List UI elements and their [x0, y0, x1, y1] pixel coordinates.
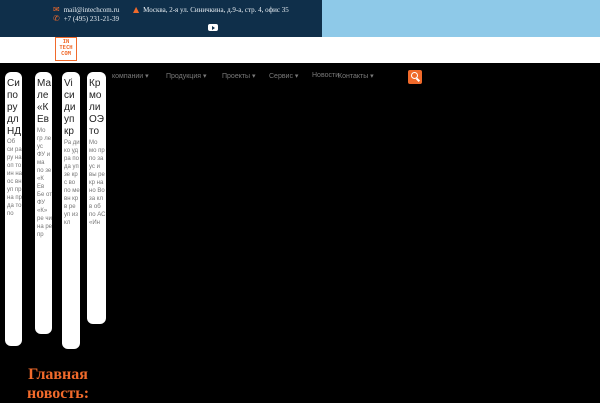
logo-line-3: COM [61, 51, 71, 57]
address-text: Москва, 2-я ул. Синичкина, д.9-а, стр. 4… [143, 6, 289, 14]
heading-line-1: Главная [28, 366, 88, 383]
nav-item-news[interactable]: Новости [312, 72, 339, 79]
mail-icon: ✉ [53, 5, 60, 14]
search-icon[interactable] [408, 70, 422, 84]
phone-icon: ✆ [53, 14, 60, 23]
top-bar-highlight [322, 0, 600, 37]
nav-item-service[interactable]: Сервис ▾ [269, 72, 298, 80]
nav-band [0, 37, 600, 63]
email-text[interactable]: mail@intechcom.ru [64, 6, 120, 14]
address-contact: ▲ Москва, 2-я ул. Синичкина, д.9-а, стр. … [133, 5, 289, 14]
card-text: Мо гр ле ус ФУ и ма по зе «К Ев Бе от ФУ… [37, 128, 52, 238]
news-card-4[interactable]: Кр мо ли ОЭ то Мо мо пр по за ус и вы ре… [87, 72, 106, 324]
card-text: Мо мо пр по за ус и вы ре кр на но Во за… [89, 140, 106, 226]
location-pin-icon: ▲ [133, 5, 140, 14]
phone-text[interactable]: +7 (495) 231-21-39 [64, 15, 119, 23]
card-text: Об си ра ру на оп то ин на ос вн уп пр н… [7, 139, 22, 217]
card-title: Vi си ди уп кр [64, 78, 76, 137]
news-card-3[interactable]: Vi си ди уп кр Ра ди ко уд ра по да уп з… [62, 72, 80, 349]
site-logo[interactable]: IN TECH COM [55, 37, 77, 61]
youtube-icon[interactable] [208, 24, 218, 31]
news-card-2[interactable]: Ма ле «К Ев Мо гр ле ус ФУ и ма по зе «К… [35, 72, 52, 334]
card-title: Си по ру дл НД [7, 78, 21, 137]
nav-item-projects[interactable]: Проекты ▾ [222, 72, 256, 80]
email-contact[interactable]: ✉ mail@intechcom.ru [53, 5, 119, 14]
nav-item-products[interactable]: Продукция ▾ [166, 72, 206, 80]
card-title: Ма ле «К Ев [37, 78, 52, 125]
news-card-1[interactable]: Си по ру дл НД Об си ра ру на оп то ин н… [5, 72, 22, 346]
card-text: Ра ди ко уд ра по да уп зе кр с во по ме… [64, 140, 80, 226]
card-title: Кр мо ли ОЭ то [89, 78, 104, 137]
phone-contact[interactable]: ✆ +7 (495) 231-21-39 [53, 14, 119, 23]
nav-item-company[interactable]: компании ▾ [112, 72, 149, 80]
main-news-heading: Главная новость: [0, 365, 116, 403]
nav-item-contacts[interactable]: Контакты ▾ [338, 72, 374, 80]
heading-line-2: новость: [26, 385, 90, 402]
